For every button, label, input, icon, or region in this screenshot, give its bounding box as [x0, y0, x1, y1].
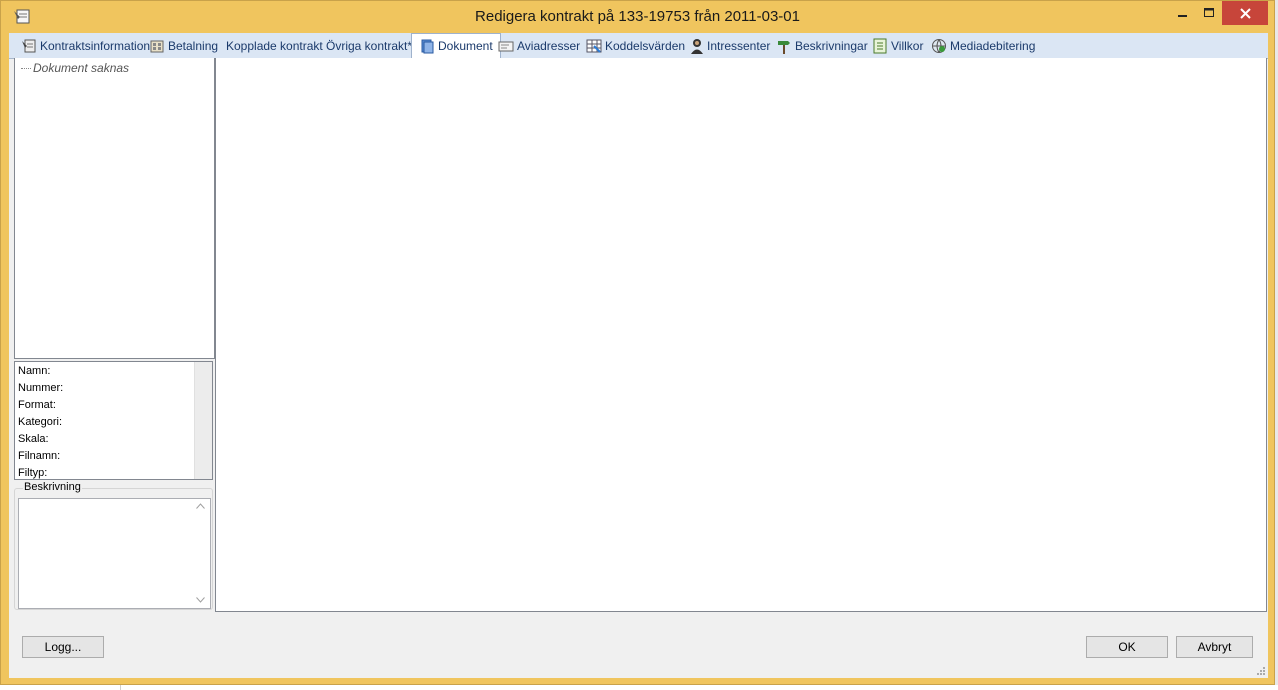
tab-beskrivningar[interactable]: Beskrivningar	[776, 35, 868, 57]
resize-grip-icon[interactable]	[1255, 665, 1265, 675]
tab-label: Övriga kontrakt*	[326, 39, 413, 53]
tab-label: Koddelsvärden	[605, 39, 686, 53]
maximize-button[interactable]	[1196, 1, 1222, 25]
tab-villkor[interactable]: Villkor	[872, 35, 923, 57]
person-icon	[691, 39, 703, 54]
property-skala: Skala:	[18, 433, 49, 445]
property-namn: Namn:	[18, 365, 51, 377]
background-window-bottom	[0, 685, 1278, 690]
tab-kopplade-kontrakt[interactable]: Kopplade kontrakt	[226, 35, 323, 57]
log-button[interactable]: Logg...	[22, 636, 104, 658]
property-filtyp: Filtyp:	[18, 467, 48, 479]
description-group: Beskrivning	[14, 481, 213, 610]
cancel-button[interactable]: Avbryt	[1176, 636, 1253, 658]
tab-label: Intressenter	[707, 39, 771, 53]
tree-empty-item: Dokument saknas	[21, 61, 129, 75]
address-card-icon	[498, 41, 514, 52]
tab-label: Villkor	[891, 39, 924, 53]
description-scrollbar[interactable]	[192, 499, 209, 607]
tab-label: Aviadresser	[517, 39, 581, 53]
description-legend: Beskrivning	[23, 481, 82, 493]
globe-media-icon	[932, 39, 946, 53]
properties-scrollbar[interactable]	[194, 362, 212, 479]
dialog-client-area: Kontraktsinformation Betalning Kopplade …	[9, 33, 1268, 678]
tab-ovriga-kontrakt[interactable]: Övriga kontrakt*	[326, 35, 412, 57]
signpost-icon	[778, 41, 790, 54]
tab-koddelsvarden[interactable]: Koddelsvärden	[586, 35, 685, 57]
tab-label: Dokument	[438, 39, 493, 53]
edit-contract-dialog: Redigera kontrakt på 133-19753 från 2011…	[0, 0, 1275, 685]
tab-aviadresser[interactable]: Aviadresser	[498, 35, 580, 57]
ok-button[interactable]: OK	[1086, 636, 1168, 658]
maximize-icon	[1203, 8, 1214, 17]
tab-mediadebitering[interactable]: Mediadebitering	[931, 35, 1035, 57]
tab-kontraktsinformation[interactable]: Kontraktsinformation	[21, 35, 150, 57]
grid-table-icon	[586, 39, 602, 53]
tab-bar: Kontraktsinformation Betalning Kopplade …	[9, 33, 1268, 59]
document-tree[interactable]: Dokument saknas	[14, 58, 215, 359]
description-textarea[interactable]	[18, 498, 211, 609]
title-bar[interactable]: Redigera kontrakt på 133-19753 från 2011…	[1, 1, 1274, 33]
scroll-up-arrow-icon	[196, 503, 205, 509]
window-title: Redigera kontrakt på 133-19753 från 2011…	[475, 8, 800, 25]
tab-intressenter[interactable]: Intressenter	[690, 35, 770, 57]
property-nummer: Nummer:	[18, 382, 64, 394]
document-icon	[421, 39, 434, 54]
tab-dokument[interactable]: Dokument	[411, 33, 501, 58]
tab-label: Mediadebitering	[950, 39, 1036, 53]
background-divider	[120, 685, 121, 690]
property-filnamn: Filnamn:	[18, 450, 61, 462]
property-kategori: Kategori:	[18, 416, 63, 428]
tree-connector	[21, 68, 31, 70]
property-format: Format:	[18, 399, 56, 411]
close-button[interactable]	[1222, 1, 1268, 25]
close-icon	[1239, 7, 1251, 19]
minimize-icon	[1178, 15, 1187, 17]
checklist-icon	[873, 38, 887, 54]
tree-empty-label: Dokument saknas	[33, 61, 130, 75]
tab-label: Betalning	[168, 39, 219, 53]
contract-info-icon	[22, 39, 36, 53]
payment-icon	[150, 40, 164, 53]
document-properties-panel: Namn: Nummer: Format: Kategori: Skala: F…	[14, 361, 213, 480]
minimize-button[interactable]	[1170, 1, 1196, 25]
tab-betalning[interactable]: Betalning	[149, 35, 218, 57]
tab-label: Kopplade kontrakt	[226, 39, 323, 53]
document-preview-area[interactable]	[215, 58, 1267, 612]
scroll-down-arrow-icon	[196, 597, 205, 603]
tab-label: Kontraktsinformation	[40, 39, 151, 53]
tab-label: Beskrivningar	[795, 39, 868, 53]
